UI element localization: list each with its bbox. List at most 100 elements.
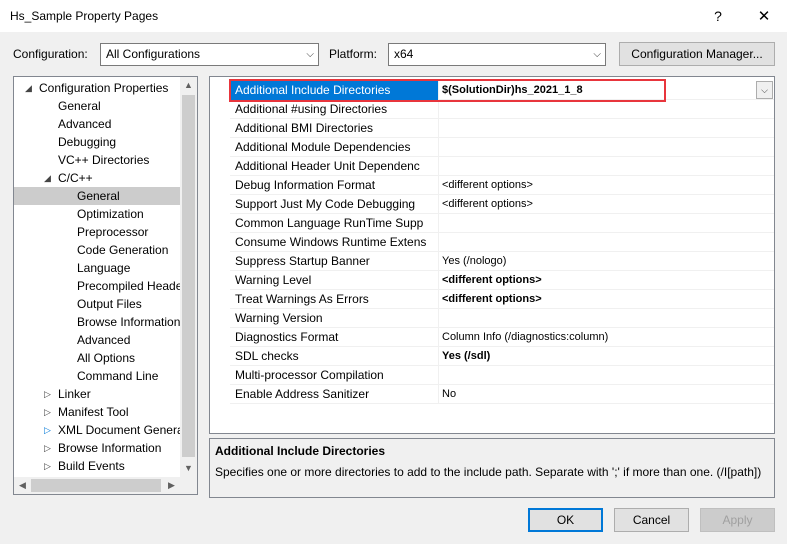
- tree-item[interactable]: VC++ Directories: [14, 151, 180, 169]
- expanded-arrow-icon[interactable]: ◢: [25, 79, 32, 97]
- property-value[interactable]: <different options>: [442, 290, 772, 309]
- property-value[interactable]: No: [442, 385, 772, 404]
- tree-item[interactable]: Browse Information: [14, 313, 180, 331]
- property-row[interactable]: Additional BMI Directories: [230, 119, 774, 138]
- tree-item[interactable]: ◢ Configuration Properties: [14, 79, 180, 97]
- property-value[interactable]: <different options>: [442, 176, 772, 195]
- property-value[interactable]: <different options>: [442, 195, 772, 214]
- collapsed-arrow-icon[interactable]: ▷: [44, 385, 51, 403]
- tree-item[interactable]: ◢ C/C++: [14, 169, 180, 187]
- property-row[interactable]: Additional Header Unit Dependenc: [230, 157, 774, 176]
- property-name: Additional BMI Directories: [230, 119, 439, 138]
- tree-item-label: Language: [77, 261, 131, 275]
- property-row[interactable]: Treat Warnings As Errors <different optio…: [230, 290, 774, 309]
- property-value[interactable]: [442, 138, 772, 157]
- scroll-up-icon[interactable]: ▲: [180, 77, 197, 94]
- property-row[interactable]: Additional Module Dependencies: [230, 138, 774, 157]
- property-row[interactable]: Warning Level <different options>: [230, 271, 774, 290]
- description-panel: Additional Include Directories Specifies…: [209, 438, 775, 498]
- collapsed-arrow-icon[interactable]: ▷: [44, 439, 51, 457]
- property-value[interactable]: Yes (/sdl): [442, 347, 772, 366]
- property-name: Support Just My Code Debugging: [230, 195, 439, 214]
- scroll-thumb[interactable]: [31, 479, 161, 492]
- property-value[interactable]: [442, 100, 772, 119]
- property-row[interactable]: Debug Information Format <different optio…: [230, 176, 774, 195]
- tree-item[interactable]: Debugging: [14, 133, 180, 151]
- property-row[interactable]: Additional #using Directories: [230, 100, 774, 119]
- expanded-arrow-icon[interactable]: ◢: [44, 169, 51, 187]
- tree-item[interactable]: All Options: [14, 349, 180, 367]
- collapsed-arrow-icon[interactable]: ▷: [44, 421, 51, 439]
- tree-item[interactable]: ▷ Manifest Tool: [14, 403, 180, 421]
- value-dropdown-button[interactable]: ⌵: [756, 81, 773, 99]
- configuration-manager-button[interactable]: Configuration Manager...: [619, 42, 775, 66]
- property-row[interactable]: Diagnostics Format Column Info (/diagnost…: [230, 328, 774, 347]
- property-row[interactable]: Consume Windows Runtime Extens: [230, 233, 774, 252]
- tree-item[interactable]: Command Line: [14, 367, 180, 385]
- property-value[interactable]: $(SolutionDir)hs_2021_1_8: [442, 81, 772, 100]
- tree-item[interactable]: Language: [14, 259, 180, 277]
- tree-item-label: All Options: [77, 351, 136, 365]
- property-row[interactable]: Multi-processor Compilation: [230, 366, 774, 385]
- close-button[interactable]: ✕: [741, 0, 787, 32]
- property-name: Common Language RunTime Supp: [230, 214, 439, 233]
- property-row[interactable]: Enable Address Sanitizer No: [230, 385, 774, 404]
- platform-value: x64: [394, 47, 414, 61]
- property-value[interactable]: <different options>: [442, 271, 772, 290]
- tree-item[interactable]: ▷ Build Events: [14, 457, 180, 475]
- scroll-down-icon[interactable]: ▼: [180, 460, 197, 477]
- property-name: Diagnostics Format: [230, 328, 439, 347]
- platform-dropdown[interactable]: x64 ⌵: [388, 43, 606, 66]
- property-value[interactable]: [442, 233, 772, 252]
- property-row[interactable]: Support Just My Code Debugging <different…: [230, 195, 774, 214]
- tree-item[interactable]: Optimization: [14, 205, 180, 223]
- help-button[interactable]: ?: [695, 0, 741, 32]
- scroll-left-icon[interactable]: ◀: [14, 477, 31, 494]
- tree-item[interactable]: Output Files: [14, 295, 180, 313]
- scroll-right-icon[interactable]: ▶: [163, 477, 180, 494]
- property-value[interactable]: [442, 214, 772, 233]
- collapsed-arrow-icon[interactable]: ▷: [44, 457, 51, 475]
- apply-button[interactable]: Apply: [700, 508, 775, 532]
- tree-item[interactable]: Advanced: [14, 331, 180, 349]
- cancel-button[interactable]: Cancel: [614, 508, 689, 532]
- tree-item-label: General: [58, 99, 101, 113]
- property-value[interactable]: [442, 366, 772, 385]
- platform-label: Platform:: [329, 47, 378, 61]
- property-name: Consume Windows Runtime Extens: [230, 233, 439, 252]
- chevron-down-icon: ⌵: [306, 49, 314, 60]
- configuration-dropdown[interactable]: All Configurations ⌵: [100, 43, 319, 66]
- property-value[interactable]: [442, 157, 772, 176]
- property-value[interactable]: Column Info (/diagnostics:column): [442, 328, 772, 347]
- ok-button[interactable]: OK: [528, 508, 603, 532]
- tree-item-label: General: [77, 189, 120, 203]
- tree-item[interactable]: Precompiled Heade: [14, 277, 182, 295]
- collapsed-arrow-icon[interactable]: ▷: [44, 403, 51, 421]
- tree-item[interactable]: Code Generation: [14, 241, 180, 259]
- tree-item[interactable]: Advanced: [14, 115, 180, 133]
- property-row[interactable]: Additional Include Directories $(Solution…: [230, 81, 774, 100]
- tree-item[interactable]: ▷ Browse Information: [14, 439, 180, 457]
- grid-gutter: [210, 77, 230, 433]
- configuration-row: Configuration: All Configurations ⌵ Plat…: [0, 42, 787, 68]
- property-value[interactable]: [442, 309, 772, 328]
- property-row[interactable]: SDL checks Yes (/sdl): [230, 347, 774, 366]
- property-row[interactable]: Suppress Startup Banner Yes (/nologo): [230, 252, 774, 271]
- tree-item[interactable]: General: [14, 187, 180, 205]
- tree-vertical-scrollbar[interactable]: ▲ ▼: [180, 77, 197, 477]
- description-title: Additional Include Directories: [215, 444, 386, 458]
- tree-item-label: VC++ Directories: [58, 153, 150, 167]
- property-value[interactable]: [442, 119, 772, 138]
- property-row[interactable]: Common Language RunTime Supp: [230, 214, 774, 233]
- description-text: Specifies one or more directories to add…: [215, 465, 762, 479]
- property-value[interactable]: Yes (/nologo): [442, 252, 772, 271]
- category-tree[interactable]: ▷ Build Events ▷ Browse Information ▷ XML Doc…: [13, 76, 198, 495]
- tree-item[interactable]: ▷ Linker: [14, 385, 180, 403]
- tree-item[interactable]: ▷ XML Document Genera: [14, 421, 184, 439]
- property-name: Debug Information Format: [230, 176, 439, 195]
- tree-item[interactable]: General: [14, 97, 180, 115]
- property-row[interactable]: Warning Version: [230, 309, 774, 328]
- tree-horizontal-scrollbar[interactable]: ◀ ▶: [14, 477, 197, 494]
- tree-item[interactable]: Preprocessor: [14, 223, 180, 241]
- scroll-thumb[interactable]: [182, 95, 195, 457]
